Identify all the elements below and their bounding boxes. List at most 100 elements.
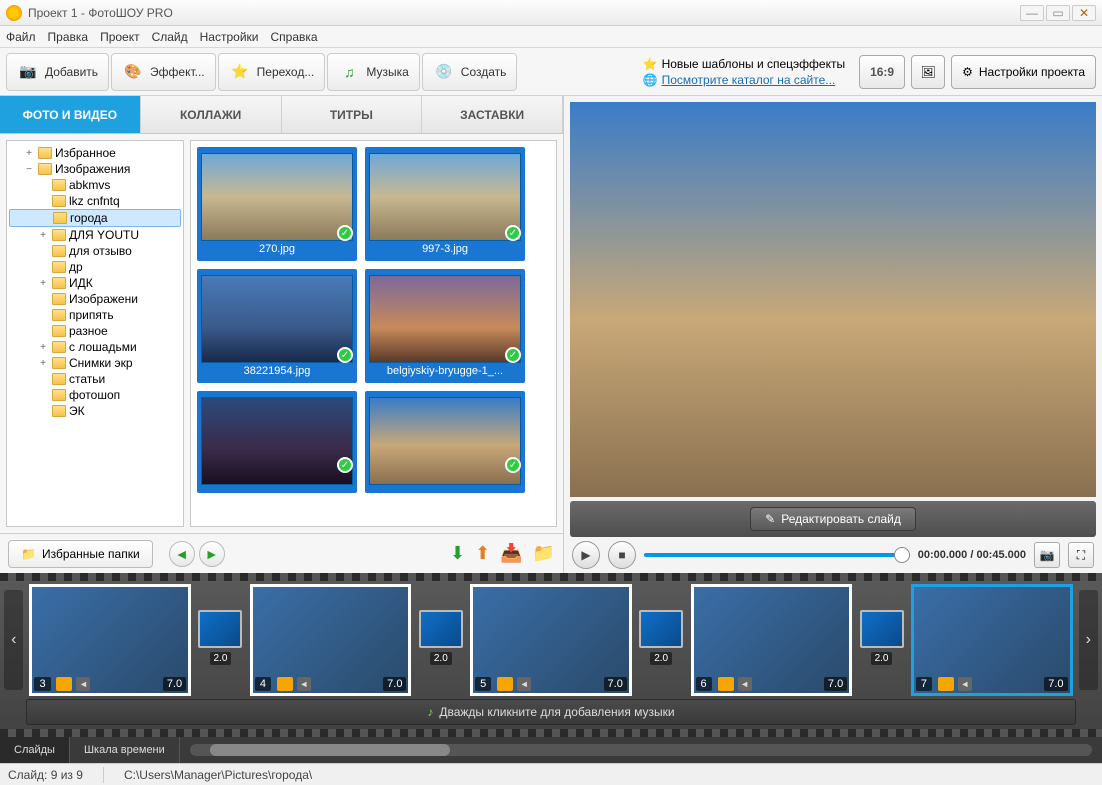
menu-edit[interactable]: Правка	[48, 30, 89, 44]
view-tab-slides[interactable]: Слайды	[0, 737, 70, 763]
tree-item[interactable]: города	[9, 209, 181, 227]
tree-item[interactable]: для отзыво	[9, 243, 181, 259]
seek-knob[interactable]	[894, 547, 910, 563]
favorite-folders-button[interactable]: 📁Избранные папки	[8, 540, 153, 568]
view-tab-timeline[interactable]: Шкала времени	[70, 737, 180, 763]
expand-icon[interactable]: +	[37, 278, 49, 289]
timeline-scrollbar[interactable]	[190, 744, 1092, 756]
menu-help[interactable]: Справка	[270, 30, 317, 44]
transition-duration[interactable]: 2.0	[430, 652, 452, 665]
edit-slide-button[interactable]: ✎Редактировать слайд	[750, 507, 916, 531]
thumbnail-grid[interactable]: ✓270.jpg✓997-3.jpg✓38221954.jpg✓belgiysk…	[190, 140, 557, 527]
slide-edit-icon[interactable]	[277, 677, 293, 691]
maximize-button[interactable]: ▭	[1046, 5, 1070, 21]
tree-item[interactable]: +Избранное	[9, 145, 181, 161]
slide-menu-icon[interactable]: ◄	[738, 677, 752, 691]
slide-edit-icon[interactable]	[718, 677, 734, 691]
transition-thumb[interactable]	[860, 610, 904, 648]
tree-item[interactable]: +Снимки экр	[9, 355, 181, 371]
tree-item[interactable]: lkz cnfntq	[9, 193, 181, 209]
timeline-next-button[interactable]: ›	[1079, 590, 1098, 690]
tree-item[interactable]: статьи	[9, 371, 181, 387]
thumbnail[interactable]: ✓997-3.jpg	[365, 147, 525, 261]
minimize-button[interactable]: ―	[1020, 5, 1044, 21]
thumbnail[interactable]: ✓belgiyskiy-bryugge-1_...	[365, 269, 525, 383]
tree-item[interactable]: Изображени	[9, 291, 181, 307]
effects-button[interactable]: 🎨Эффект...	[111, 53, 216, 91]
menu-slide[interactable]: Слайд	[152, 30, 188, 44]
project-settings-button[interactable]: ⚙Настройки проекта	[951, 55, 1096, 89]
tree-item[interactable]: припять	[9, 307, 181, 323]
folder-tree[interactable]: +Избранное−Изображенияabkmvslkz cnfntqго…	[6, 140, 184, 527]
slide-card[interactable]: 5◄7.0	[470, 584, 632, 696]
nav-back-button[interactable]: ◄	[169, 541, 195, 567]
menu-settings[interactable]: Настройки	[200, 30, 259, 44]
expand-icon[interactable]: −	[23, 164, 35, 175]
menu-project[interactable]: Проект	[100, 30, 140, 44]
slide-menu-icon[interactable]: ◄	[297, 677, 311, 691]
timeline-prev-button[interactable]: ‹	[4, 590, 23, 690]
slide-duration[interactable]: 7.0	[824, 677, 847, 691]
scrollbar-thumb[interactable]	[210, 744, 450, 756]
thumbnail[interactable]: ✓38221954.jpg	[197, 269, 357, 383]
slide-duration[interactable]: 7.0	[1044, 677, 1067, 691]
tab-photos-video[interactable]: ФОТО И ВИДЕО	[0, 96, 141, 133]
tree-item[interactable]: фотошоп	[9, 387, 181, 403]
tab-splash[interactable]: ЗАСТАВКИ	[422, 96, 563, 133]
slide-edit-icon[interactable]	[497, 677, 513, 691]
slide-menu-icon[interactable]: ◄	[958, 677, 972, 691]
catalog-link[interactable]: Посмотрите каталог на сайте...	[662, 73, 836, 87]
aspect-ratio-button[interactable]: 16:9	[859, 55, 905, 89]
slide-menu-icon[interactable]: ◄	[76, 677, 90, 691]
thumbnail[interactable]: ✓	[197, 391, 357, 493]
download-icon[interactable]: ⬇	[450, 543, 465, 564]
expand-icon[interactable]: +	[23, 148, 35, 159]
play-button[interactable]: ▶	[572, 541, 600, 569]
upload-icon[interactable]: ⬆	[475, 543, 490, 564]
expand-icon[interactable]: +	[37, 230, 49, 241]
add-button[interactable]: 📷Добавить	[6, 53, 109, 91]
slide-card[interactable]: 4◄7.0	[250, 584, 412, 696]
slide-card[interactable]: 7◄7.0	[911, 584, 1073, 696]
tree-item[interactable]: +ИДК	[9, 275, 181, 291]
stop-button[interactable]: ■	[608, 541, 636, 569]
nav-forward-button[interactable]: ►	[199, 541, 225, 567]
transition-card[interactable]: 2.0	[197, 610, 244, 670]
thumbnail[interactable]: ✓	[365, 391, 525, 493]
tab-collages[interactable]: КОЛЛАЖИ	[141, 96, 282, 133]
transition-duration[interactable]: 2.0	[210, 652, 232, 665]
music-track[interactable]: ♪ Дважды кликните для добавления музыки	[26, 699, 1076, 725]
thumbnail[interactable]: ✓270.jpg	[197, 147, 357, 261]
slide-card[interactable]: 3◄7.0	[29, 584, 191, 696]
slide-duration[interactable]: 7.0	[383, 677, 406, 691]
tab-titles[interactable]: ТИТРЫ	[282, 96, 423, 133]
tree-item[interactable]: abkmvs	[9, 177, 181, 193]
folder-icon[interactable]: 📁	[533, 543, 555, 564]
import-icon[interactable]: 📥	[500, 543, 522, 564]
fullscreen-button[interactable]: ⛶	[1068, 542, 1094, 568]
slide-duration[interactable]: 7.0	[604, 677, 627, 691]
create-button[interactable]: 💿Создать	[422, 53, 518, 91]
transition-thumb[interactable]	[198, 610, 242, 648]
transition-duration[interactable]: 2.0	[871, 652, 893, 665]
preview-viewport[interactable]	[570, 102, 1096, 497]
tree-item[interactable]: др	[9, 259, 181, 275]
transition-thumb[interactable]	[419, 610, 463, 648]
transition-card[interactable]: 2.0	[638, 610, 685, 670]
menu-file[interactable]: Файл	[6, 30, 36, 44]
slide-edit-icon[interactable]	[938, 677, 954, 691]
close-button[interactable]: ✕	[1072, 5, 1096, 21]
slide-edit-icon[interactable]	[56, 677, 72, 691]
tree-item[interactable]: +с лошадьми	[9, 339, 181, 355]
expand-icon[interactable]: +	[37, 358, 49, 369]
tree-item[interactable]: +ДЛЯ YOUTU	[9, 227, 181, 243]
snapshot-button[interactable]: 📷	[1034, 542, 1060, 568]
transition-card[interactable]: 2.0	[417, 610, 464, 670]
seek-bar[interactable]	[644, 553, 910, 557]
background-button[interactable]: 🖼	[911, 55, 945, 89]
transition-duration[interactable]: 2.0	[650, 652, 672, 665]
music-button[interactable]: ♫Музыка	[327, 53, 419, 91]
slide-duration[interactable]: 7.0	[163, 677, 186, 691]
expand-icon[interactable]: +	[37, 342, 49, 353]
slide-menu-icon[interactable]: ◄	[517, 677, 531, 691]
